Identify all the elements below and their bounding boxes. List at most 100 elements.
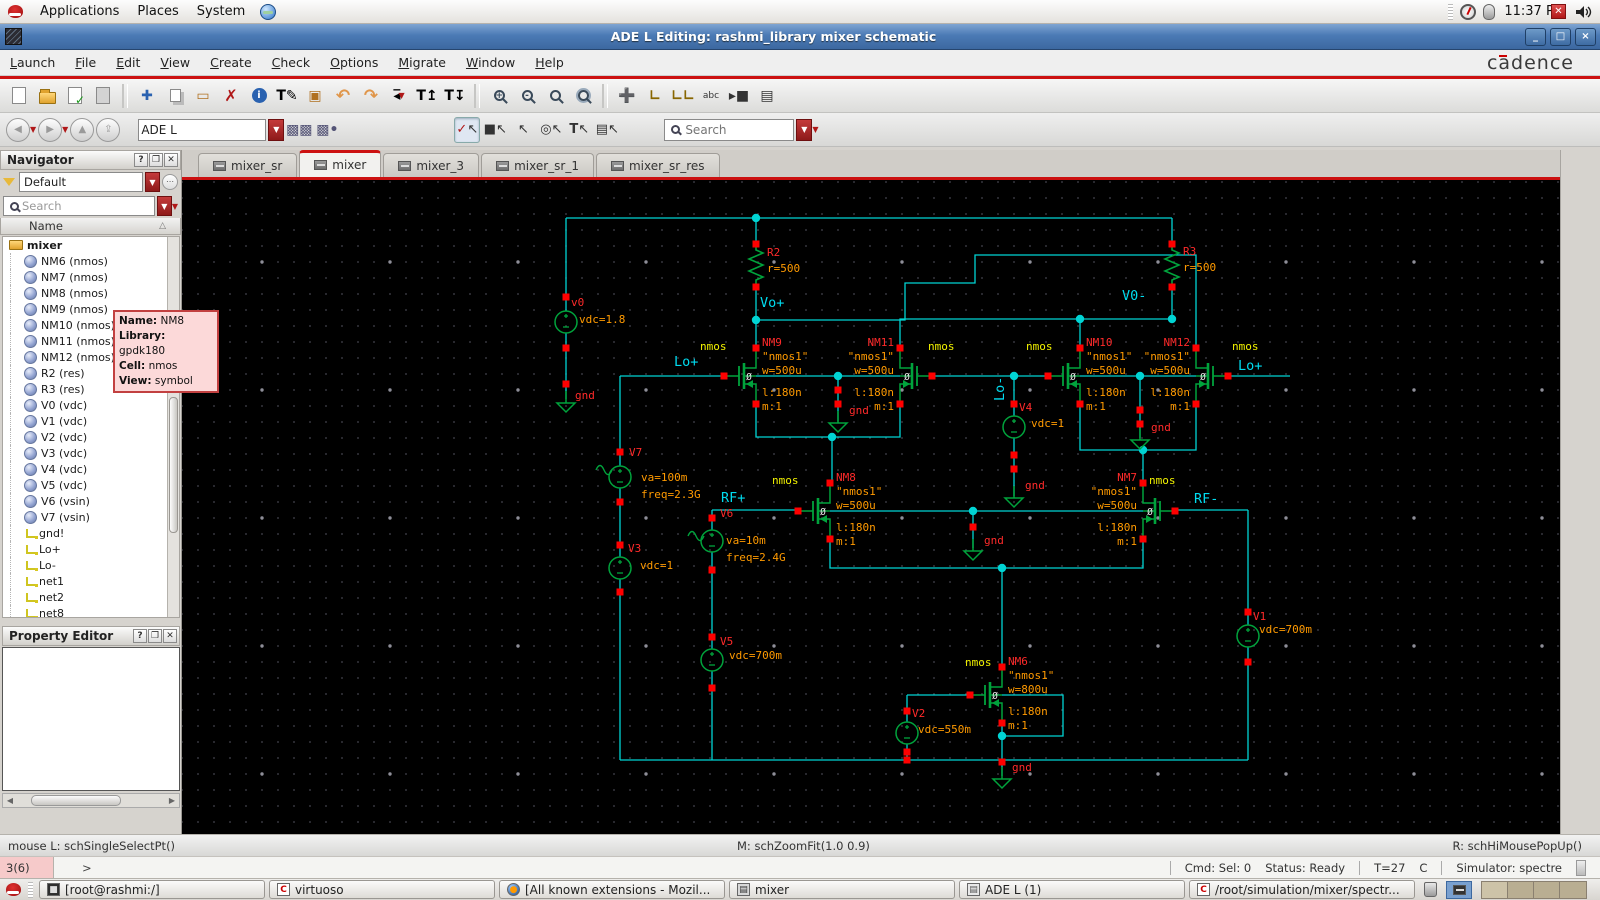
- tree-column-header[interactable]: Name △: [0, 218, 181, 235]
- descend-icon[interactable]: ▣: [302, 83, 328, 109]
- tree-item-V5[interactable]: V5 (vdc): [3, 477, 179, 493]
- mouse-tray-icon[interactable]: [1483, 3, 1496, 20]
- taskbar-button--root-simulation-mix[interactable]: C/root/simulation/mixer/spectr...: [1189, 880, 1415, 899]
- tree-item-V4[interactable]: V4 (vdc): [3, 461, 179, 477]
- move-icon[interactable]: ✚: [134, 83, 160, 109]
- menu-check[interactable]: Check: [262, 52, 320, 73]
- up-hierarchy-icon[interactable]: ▲: [70, 117, 95, 142]
- new-icon[interactable]: [6, 83, 32, 109]
- navigator-search-options[interactable]: ▼: [172, 202, 178, 211]
- tree-item-net8[interactable]: net8: [3, 605, 179, 617]
- menu-launch[interactable]: Launch: [0, 52, 65, 73]
- maximize-button[interactable]: □: [1550, 27, 1571, 46]
- copy-icon[interactable]: [162, 83, 188, 109]
- redo-icon[interactable]: ↷: [358, 83, 384, 109]
- property-editor-header[interactable]: Property Editor ? ❐ ✕: [2, 626, 180, 646]
- scrollbar-thumb[interactable]: [31, 795, 121, 806]
- menu-window[interactable]: Window: [456, 52, 525, 73]
- toolbar-search-field[interactable]: [683, 121, 776, 138]
- tree-item-V7[interactable]: V7 (vsin): [3, 509, 179, 525]
- tab-mixer_sr[interactable]: mixer_sr: [198, 153, 298, 177]
- layers-icon[interactable]: ▩▩: [286, 117, 312, 143]
- tab-mixer_sr_res[interactable]: mixer_sr_res: [595, 153, 720, 177]
- property-editor-scrollbar[interactable]: ◀ ▶: [2, 793, 180, 808]
- open-icon[interactable]: [34, 83, 60, 109]
- menu-create[interactable]: Create: [200, 52, 262, 73]
- forward-dropdown-icon[interactable]: ▼: [62, 125, 68, 134]
- schematic-canvas[interactable]: gnd gnd gnd gnd gnd gnd R2 r=500 R3 r=500 v0 vdc=1.…: [182, 180, 1560, 834]
- undo-icon[interactable]: ↶: [330, 83, 356, 109]
- taskbar-button-ADE-L-1-[interactable]: ▤ ADE L (1): [959, 880, 1185, 899]
- menu-options[interactable]: Options: [320, 52, 388, 73]
- navigator-close-icon[interactable]: ✕: [164, 153, 178, 167]
- zoom-out-icon[interactable]: -: [514, 83, 540, 109]
- menu-edit[interactable]: Edit: [106, 52, 150, 73]
- search-options-icon[interactable]: ▼: [812, 125, 818, 134]
- close-button[interactable]: ×: [1575, 27, 1596, 46]
- tree-item-V0[interactable]: V0 (vdc): [3, 397, 179, 413]
- speaker-icon[interactable]: [1574, 4, 1592, 20]
- text-down-icon[interactable]: T↧: [442, 83, 468, 109]
- navigator-search-input[interactable]: Search: [3, 196, 155, 216]
- property-float-icon[interactable]: ❐: [148, 629, 162, 643]
- workspace-switcher[interactable]: [1481, 880, 1587, 899]
- tree-item-V2[interactable]: V2 (vdc): [3, 429, 179, 445]
- workspace-1[interactable]: [1482, 881, 1508, 898]
- info-icon[interactable]: i: [246, 83, 272, 109]
- save-icon[interactable]: [90, 83, 116, 109]
- navigator-search-arrow[interactable]: ▼: [156, 196, 172, 216]
- back-icon[interactable]: ◀: [6, 117, 30, 142]
- workspace-4[interactable]: [1560, 881, 1586, 898]
- menu-applications[interactable]: Applications: [31, 2, 128, 21]
- cursor-mode-icon[interactable]: ↖: [510, 117, 536, 143]
- zoom-select-icon[interactable]: [542, 83, 568, 109]
- text-up-icon[interactable]: T↥: [414, 83, 440, 109]
- redhat-menu-icon[interactable]: [8, 5, 23, 18]
- block-icon[interactable]: ▤: [754, 83, 780, 109]
- tree-item-Lo+[interactable]: Lo+: [3, 541, 179, 557]
- tree-item-mixer[interactable]: mixer: [3, 237, 179, 253]
- navigator-tree[interactable]: mixer NM6 (nmos) NM7 (nmos) NM8 (nmos) NM9 (…: [2, 236, 180, 618]
- workspace-2[interactable]: [1508, 881, 1534, 898]
- probe-mode-icon[interactable]: ◎↖: [538, 117, 564, 143]
- label-icon[interactable]: abc: [698, 83, 724, 109]
- zoom-fit-icon[interactable]: [570, 83, 596, 109]
- tree-item-NM7[interactable]: NM7 (nmos): [3, 269, 179, 285]
- wire-wide-icon[interactable]: ∟∟: [670, 83, 696, 109]
- tree-item-NM8[interactable]: NM8 (nmos): [3, 285, 179, 301]
- status-scroll-nub[interactable]: [1576, 859, 1586, 876]
- tab-close-icon[interactable]: ✕: [1551, 4, 1566, 19]
- menu-migrate[interactable]: Migrate: [388, 52, 456, 73]
- property-close-icon[interactable]: ✕: [163, 629, 177, 643]
- workspace-save-icon[interactable]: ▩•: [314, 117, 340, 143]
- tree-scrollbar-thumb[interactable]: [169, 396, 178, 534]
- edit-properties-icon[interactable]: T✎: [274, 83, 300, 109]
- sort-icon[interactable]: △: [159, 221, 180, 231]
- command-prompt[interactable]: >: [54, 861, 92, 875]
- scroll-right-icon[interactable]: ▶: [165, 794, 179, 807]
- text-mode-icon[interactable]: T ↖: [566, 117, 592, 143]
- delete-icon[interactable]: ✗: [218, 83, 244, 109]
- navigator-filter-combo[interactable]: Default: [19, 172, 143, 192]
- trash-icon[interactable]: [1424, 882, 1437, 897]
- tree-item-V1[interactable]: V1 (vdc): [3, 413, 179, 429]
- workspace-combo-arrow[interactable]: ▼: [268, 118, 285, 141]
- tree-item-V3[interactable]: V3 (vdc): [3, 445, 179, 461]
- menu-file[interactable]: File: [65, 52, 106, 73]
- filter-combo-arrow[interactable]: ▼: [145, 172, 160, 192]
- tree-item-net1[interactable]: net1: [3, 573, 179, 589]
- tree-item-Lo-[interactable]: Lo-: [3, 557, 179, 573]
- taskbar-button--root-rashmi-[interactable]: ■ [root@rashmi:/]: [39, 880, 265, 899]
- note-mode-icon[interactable]: ▤↖: [594, 117, 620, 143]
- instance-icon[interactable]: ▸■: [726, 83, 752, 109]
- tab-mixer_3[interactable]: mixer_3: [383, 153, 480, 177]
- search-combo-arrow[interactable]: ▼: [796, 118, 813, 141]
- menu-system[interactable]: System: [188, 2, 254, 21]
- back-dropdown-icon[interactable]: ▼: [30, 125, 36, 134]
- property-help-icon[interactable]: ?: [133, 629, 147, 643]
- canvas-edge-strip[interactable]: [1560, 150, 1600, 834]
- taskbar-button--All-known-extension[interactable]: ● [All known extensions - Mozil...: [499, 880, 725, 899]
- menu-help[interactable]: Help: [525, 52, 574, 73]
- navigator-header[interactable]: Navigator ? ❐ ✕: [0, 150, 181, 170]
- filter-more-button[interactable]: ⋯: [162, 174, 178, 190]
